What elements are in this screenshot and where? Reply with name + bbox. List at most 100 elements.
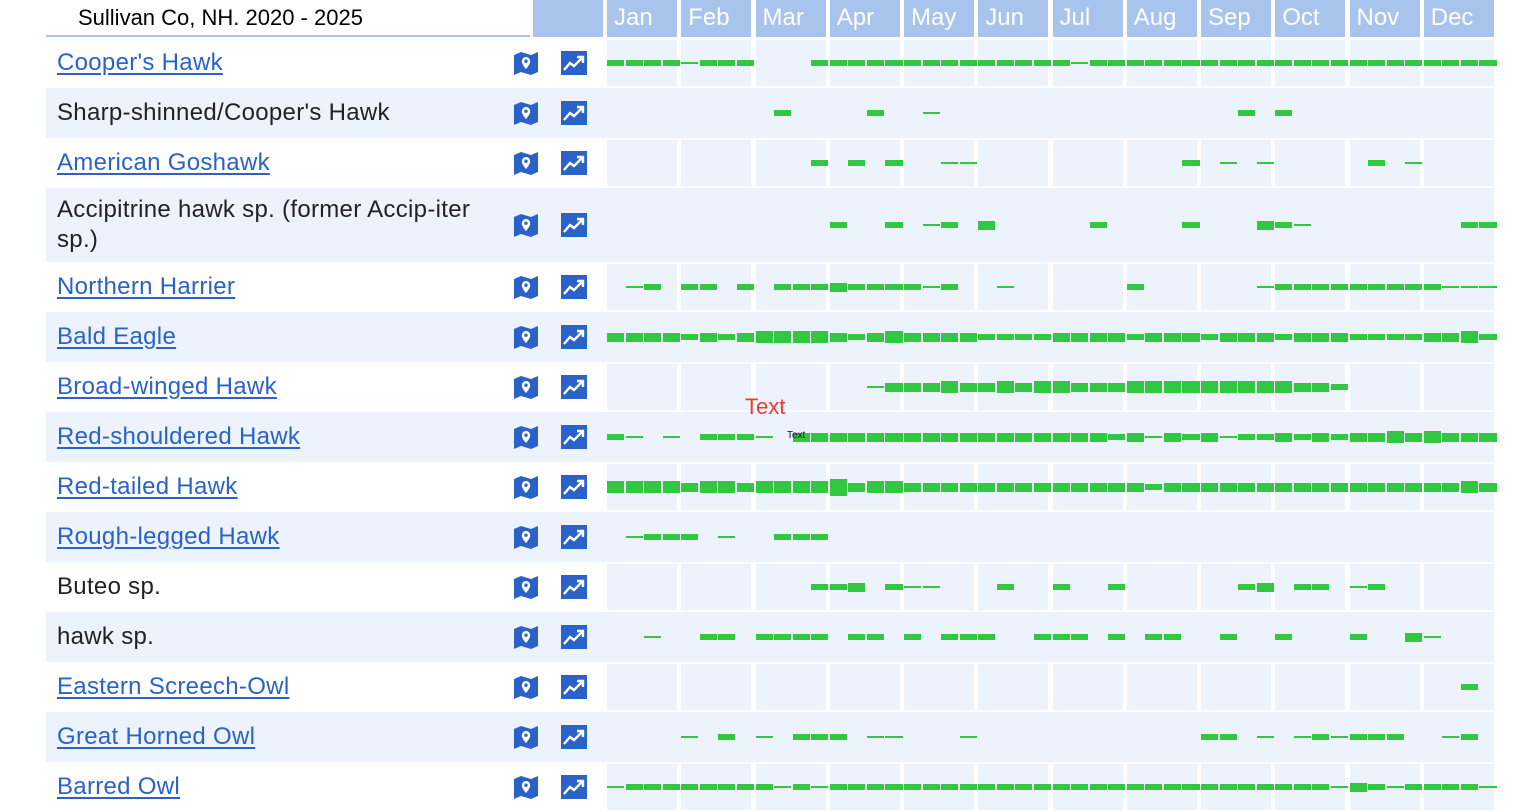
month-label-mar: Mar — [755, 0, 826, 37]
species-link[interactable]: Great Horned Owl — [57, 712, 487, 762]
trend-chart-icon[interactable] — [560, 323, 588, 351]
map-pin-icon[interactable] — [512, 211, 540, 239]
frequency-bar — [1015, 60, 1033, 66]
frequency-bar — [996, 784, 1014, 790]
map-pin-icon[interactable] — [512, 323, 540, 351]
frequency-bar — [885, 160, 903, 166]
frequency-bar — [811, 160, 829, 166]
frequency-bar — [904, 482, 922, 492]
frequency-bar — [996, 432, 1014, 442]
map-pin-icon[interactable] — [512, 523, 540, 551]
map-pin-icon[interactable] — [512, 773, 540, 801]
frequency-bar — [1460, 331, 1478, 343]
trend-chart-icon[interactable] — [560, 473, 588, 501]
frequency-bar — [1033, 634, 1051, 640]
frequency-bar — [1479, 432, 1497, 442]
frequency-bar — [1442, 432, 1460, 442]
species-link[interactable]: Broad-winged Hawk — [57, 362, 487, 412]
month-cell — [1349, 664, 1420, 710]
frequency-bar — [1182, 381, 1200, 393]
map-pin-icon[interactable] — [512, 673, 540, 701]
map-pin-icon[interactable] — [512, 723, 540, 751]
frequency-bar — [1126, 482, 1144, 492]
frequency-bar — [718, 481, 736, 493]
map-pin-icon[interactable] — [512, 573, 540, 601]
trend-chart-icon[interactable] — [560, 273, 588, 301]
frequency-bar — [681, 736, 699, 738]
frequency-bar — [1089, 432, 1107, 442]
frequency-bar — [607, 786, 625, 788]
trend-chart-icon[interactable] — [560, 623, 588, 651]
frequency-bar — [848, 334, 866, 340]
frequency-bar — [644, 284, 662, 290]
frequency-bar — [1275, 482, 1293, 492]
species-link[interactable]: Red-shouldered Hawk — [57, 412, 487, 462]
frequency-bar — [718, 536, 736, 538]
species-link[interactable]: American Goshawk — [57, 138, 487, 188]
frequency-bar — [774, 110, 792, 116]
frequency-bar — [736, 60, 754, 66]
frequency-bar — [644, 332, 662, 342]
frequency-bar — [1015, 432, 1033, 442]
frequency-bar — [1108, 434, 1126, 440]
frequency-bar — [1163, 634, 1181, 640]
frequency-bar — [1460, 481, 1478, 493]
frequency-bar — [1405, 334, 1423, 340]
frequency-bar — [866, 386, 884, 388]
trend-chart-icon[interactable] — [560, 573, 588, 601]
species-link[interactable]: Bald Eagle — [57, 312, 487, 362]
map-pin-icon[interactable] — [512, 49, 540, 77]
trend-chart-icon[interactable] — [560, 99, 588, 127]
frequency-bar — [941, 482, 959, 492]
trend-chart-icon[interactable] — [560, 49, 588, 77]
frequency-bar — [1033, 432, 1051, 442]
frequency-bar — [959, 60, 977, 66]
species-link[interactable]: Red-tailed Hawk — [57, 462, 487, 512]
trend-chart-icon[interactable] — [560, 149, 588, 177]
map-pin-icon[interactable] — [512, 473, 540, 501]
frequency-bar — [607, 434, 625, 440]
species-name: hawk sp. — [57, 623, 155, 650]
map-pin-icon[interactable] — [512, 149, 540, 177]
species-link[interactable]: Northern Harrier — [57, 262, 487, 312]
frequency-bar — [774, 634, 792, 640]
frequency-bar — [1145, 381, 1163, 393]
month-cell — [1127, 90, 1197, 136]
frequency-bar — [885, 784, 903, 790]
trend-chart-icon[interactable] — [560, 523, 588, 551]
frequency-bar — [1126, 784, 1144, 790]
frequency-bar — [829, 332, 847, 342]
frequency-bar — [1405, 432, 1423, 442]
month-cell — [1052, 664, 1123, 710]
species-link[interactable]: Eastern Screech-Owl — [57, 662, 487, 712]
frequency-bar — [1182, 784, 1200, 790]
map-pin-icon[interactable] — [512, 99, 540, 127]
frequency-bar — [662, 436, 680, 438]
map-pin-icon[interactable] — [512, 623, 540, 651]
species-row: Great Horned Owl — [46, 712, 1494, 762]
frequency-bar — [1238, 110, 1256, 116]
frequency-bar — [1423, 784, 1441, 790]
frequency-bar — [1312, 584, 1330, 590]
trend-chart-icon[interactable] — [560, 423, 588, 451]
map-pin-icon[interactable] — [512, 273, 540, 301]
frequency-bar — [736, 332, 754, 342]
frequency-bar — [755, 436, 773, 438]
species-name: Sharp-shinned/Cooper's Hawk — [57, 99, 390, 126]
trend-chart-icon[interactable] — [560, 373, 588, 401]
species-link[interactable]: Rough-legged Hawk — [57, 512, 487, 562]
species-link[interactable]: Barred Owl — [57, 762, 487, 812]
map-pin-icon[interactable] — [512, 373, 540, 401]
species-link[interactable]: Cooper's Hawk — [57, 38, 487, 88]
map-pin-icon[interactable] — [512, 423, 540, 451]
trend-chart-icon[interactable] — [560, 673, 588, 701]
frequency-bar — [1201, 482, 1219, 492]
trend-chart-icon[interactable] — [560, 723, 588, 751]
frequency-bar — [625, 332, 643, 342]
frequency-bar — [1126, 60, 1144, 66]
frequency-bar — [829, 734, 847, 740]
trend-chart-icon[interactable] — [560, 773, 588, 801]
trend-chart-icon[interactable] — [560, 211, 588, 239]
frequency-bar — [1256, 220, 1274, 230]
frequency-bar — [644, 784, 662, 790]
